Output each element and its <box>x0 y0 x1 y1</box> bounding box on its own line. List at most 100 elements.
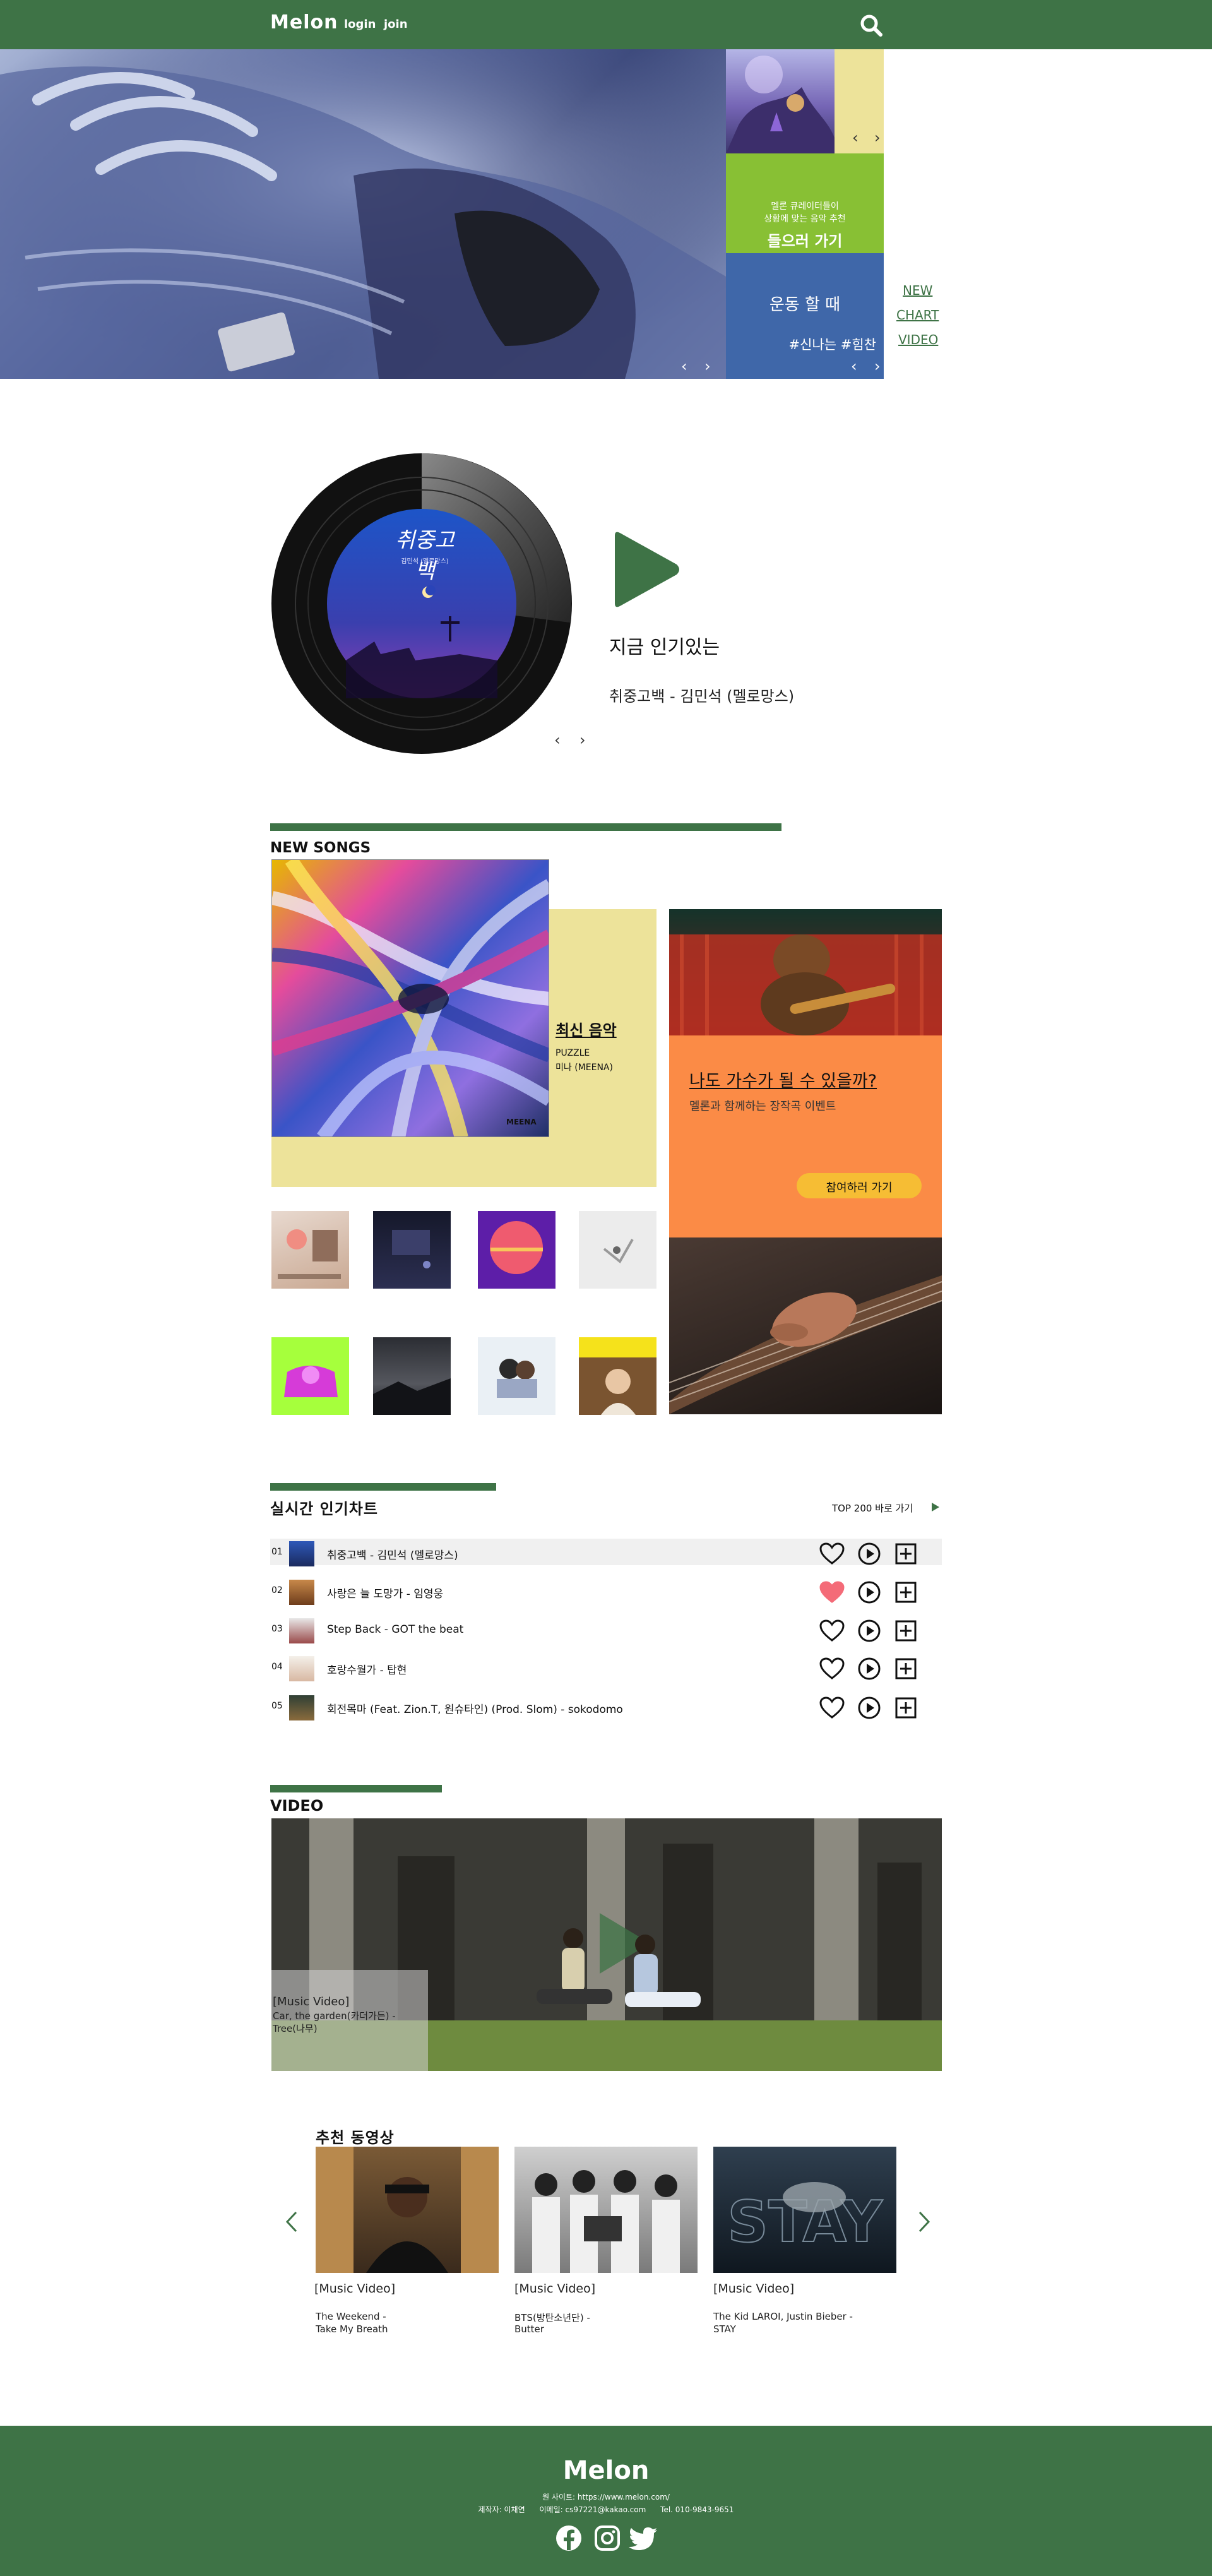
top-nav <box>0 0 1212 49</box>
hero-album-tile[interactable] <box>726 49 835 153</box>
footer-site: 원 사이트: https://www.melon.com/ <box>542 2493 670 2501</box>
play-circle-icon[interactable] <box>858 1657 881 1680</box>
chart-album-thumb[interactable] <box>289 1656 314 1681</box>
album-cover-artist: 김민석 (멜로망스) <box>401 558 449 565</box>
album-thumb-6[interactable] <box>373 1337 451 1415</box>
recommended-tag-2: [Music Video] <box>514 2282 596 2296</box>
chart-song-title[interactable]: Step Back - GOT the beat <box>327 1623 463 1636</box>
add-to-playlist-icon[interactable] <box>895 1582 917 1603</box>
now-playing-track[interactable]: 취중고백 - 김민석 (멜로망스) <box>609 684 794 706</box>
instagram-icon[interactable] <box>594 2525 621 2551</box>
chart-song-title[interactable]: 취중고백 - 김민석 (멜로망스) <box>327 1546 458 1562</box>
vinyl-record <box>270 452 573 755</box>
feature-label: 최신 음악 <box>556 1022 617 1039</box>
recommended-line1-1: The Weekend - <box>316 2311 386 2322</box>
add-to-playlist-icon[interactable] <box>895 1658 917 1679</box>
album-thumb-2[interactable] <box>373 1211 451 1289</box>
now-playing-heading: 지금 인기있는 <box>609 636 720 659</box>
workout-prev-arrow[interactable]: ‹ <box>851 359 857 374</box>
heart-icon[interactable] <box>819 1619 845 1642</box>
record-prev-arrow[interactable]: ‹ <box>554 732 561 748</box>
album-next-arrow[interactable]: › <box>874 130 881 145</box>
add-to-playlist-icon[interactable] <box>895 1620 917 1642</box>
workout-next-arrow[interactable]: › <box>874 359 881 374</box>
record-next-arrow[interactable]: › <box>579 732 586 748</box>
recommended-video-thumb-3[interactable]: STAY <box>713 2147 896 2273</box>
twitter-icon[interactable] <box>629 2527 658 2551</box>
hero-prev-arrow[interactable]: ‹ <box>681 359 687 374</box>
side-link-new[interactable]: NEW <box>903 283 932 298</box>
recommended-next-arrow[interactable] <box>918 2211 930 2233</box>
chart-title: 실시간 인기차트 <box>270 1500 378 1518</box>
chart-song-title[interactable]: 사랑은 늘 도망가 - 임영웅 <box>327 1585 443 1601</box>
recommended-video-thumb-2[interactable] <box>514 2147 698 2273</box>
chart-rank: 03 <box>271 1624 283 1634</box>
login-link[interactable]: login <box>344 18 376 31</box>
promo-cta[interactable]: 들으러 가기 <box>726 229 884 251</box>
event-subtitle: 멜론과 함께하는 장작곡 이벤트 <box>689 1100 836 1113</box>
workout-tile[interactable] <box>726 253 884 379</box>
play-circle-icon[interactable] <box>858 1619 881 1642</box>
album-thumb-3[interactable] <box>478 1211 556 1289</box>
play-circle-icon[interactable] <box>858 1542 881 1565</box>
chart-album-thumb[interactable] <box>289 1541 314 1566</box>
footer-credits: 제작자: 이채연 이메일: cs97221@kakao.com Tel. 010… <box>478 2505 734 2514</box>
album-thumb-4[interactable] <box>579 1211 656 1289</box>
melon-logo[interactable]: Melon <box>270 11 338 33</box>
play-circle-icon[interactable] <box>858 1581 881 1604</box>
heart-icon[interactable] <box>819 1696 845 1719</box>
workout-tags: #신나는 #힘찬 <box>788 337 876 352</box>
video-caption-line1: [Music Video] <box>273 1995 350 2008</box>
recommended-line1-2: BTS(방탄소년단) - <box>514 2312 590 2323</box>
facebook-icon[interactable] <box>556 2525 582 2551</box>
heart-filled-icon[interactable] <box>819 1581 845 1604</box>
chart-rank: 05 <box>271 1701 283 1711</box>
event-title: 나도 가수가 될 수 있을까? <box>689 1071 877 1091</box>
event-orange-panel[interactable] <box>669 1035 942 1237</box>
video-caption-line2: Car, the garden(카더가든) - <box>273 2010 396 2022</box>
recommended-prev-arrow[interactable] <box>285 2211 298 2233</box>
chart-song-title[interactable]: 회전목마 (Feat. Zion.T, 원슈타인) (Prod. Slom) -… <box>327 1700 623 1716</box>
search-icon[interactable] <box>858 13 884 38</box>
join-link[interactable]: join <box>384 18 408 31</box>
cover-artist-label: MEENA <box>506 1118 537 1126</box>
chart-album-thumb[interactable] <box>289 1618 314 1643</box>
recommended-title: 추천 동영상 <box>316 2129 395 2147</box>
play-circle-icon[interactable] <box>858 1696 881 1719</box>
chart-rank: 02 <box>271 1585 283 1595</box>
footer-logo[interactable]: Melon <box>0 2456 1212 2485</box>
recommended-tag-1: [Music Video] <box>314 2282 396 2296</box>
album-thumb-5[interactable] <box>271 1337 349 1415</box>
hero-banner-image <box>0 49 726 379</box>
heart-icon[interactable] <box>819 1657 845 1680</box>
album-prev-arrow[interactable]: ‹ <box>852 130 858 145</box>
recommended-tag-3: [Music Video] <box>713 2282 795 2296</box>
recommended-line1-3: The Kid LAROI, Justin Bieber - <box>713 2311 853 2322</box>
top200-link[interactable]: TOP 200 바로 가기 <box>832 1501 913 1515</box>
side-link-chart[interactable]: CHART <box>896 307 939 323</box>
feature-album-cover[interactable] <box>271 859 549 1137</box>
chart-rank: 04 <box>271 1662 283 1672</box>
workout-title: 운동 할 때 <box>769 295 841 314</box>
chart-album-thumb[interactable] <box>289 1695 314 1720</box>
chart-rank: 01 <box>271 1547 283 1557</box>
recommended-video-thumb-1[interactable] <box>316 2147 499 2273</box>
add-to-playlist-icon[interactable] <box>895 1543 917 1565</box>
chart-song-title[interactable]: 호랑수월가 - 탑현 <box>327 1661 407 1677</box>
feature-song-artist: 미나 (MEENA) <box>556 1063 613 1073</box>
event-image-bottom <box>669 1237 942 1414</box>
top200-arrow-icon[interactable] <box>931 1502 940 1512</box>
play-icon[interactable] <box>611 530 682 609</box>
heart-icon[interactable] <box>819 1542 845 1565</box>
hero-next-arrow[interactable]: › <box>704 359 711 374</box>
event-cta-label[interactable]: 참여하러 가기 <box>797 1179 922 1195</box>
album-thumb-1[interactable] <box>271 1211 349 1289</box>
event-image-top <box>669 909 942 1035</box>
chart-album-thumb[interactable] <box>289 1580 314 1605</box>
album-thumb-7[interactable] <box>478 1337 556 1415</box>
add-to-playlist-icon[interactable] <box>895 1697 917 1719</box>
side-link-video[interactable]: VIDEO <box>898 332 938 347</box>
album-thumb-8[interactable] <box>579 1337 656 1415</box>
recommended-line2-3: STAY <box>713 2323 736 2335</box>
new-songs-title: NEW SONGS <box>270 840 371 856</box>
